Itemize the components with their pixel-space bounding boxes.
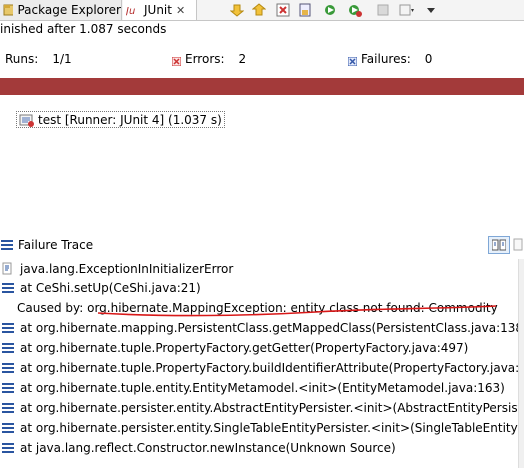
failure-counter-icon	[347, 55, 358, 66]
trace-line-text: at org.hibernate.persister.entity.Single…	[20, 420, 518, 435]
run-status-text: inished after 1.087 seconds	[0, 22, 167, 36]
errors-label: Errors:	[185, 52, 225, 66]
trace-line[interactable]: at org.hibernate.persister.entity.Abstra…	[0, 398, 518, 417]
compare-icon	[492, 239, 506, 251]
stack-frame-icon	[2, 382, 14, 393]
stack-frame-icon	[2, 282, 14, 293]
error-counter-icon	[171, 55, 182, 66]
trace-line[interactable]: at org.hibernate.tuple.entity.EntityMeta…	[0, 378, 505, 397]
filter-stack-icon[interactable]	[512, 236, 524, 254]
rerun-icon[interactable]	[322, 1, 340, 19]
junit-icon: Ju	[126, 6, 135, 17]
errors-counter: Errors: 2	[171, 52, 247, 66]
trace-line-text: Caused by: org.hibernate.MappingExceptio…	[17, 300, 498, 315]
failure-trace-title: Failure Trace	[18, 238, 94, 252]
test-progress-bar	[0, 78, 524, 95]
trace-line[interactable]: Caused by: org.hibernate.MappingExceptio…	[0, 298, 498, 317]
trace-line-text: at org.hibernate.persister.entity.Abstra…	[20, 400, 518, 415]
trace-line[interactable]: at org.hibernate.persister.entity.Single…	[0, 418, 518, 437]
test-suite-error-icon	[19, 114, 34, 127]
compare-result-button[interactable]	[488, 236, 510, 254]
trace-line[interactable]: java.lang.ExceptionInInitializerError	[0, 259, 233, 278]
rerun-failed-first-icon[interactable]	[346, 1, 364, 19]
failures-label: Failures:	[361, 52, 411, 66]
scroll-lock-icon[interactable]	[296, 1, 314, 19]
test-counters: Runs: 1/1 Errors: 2 Failures: 0	[0, 52, 524, 68]
tab-package-explorer[interactable]: Package Explorer	[0, 0, 122, 20]
next-failure-icon[interactable]	[228, 1, 246, 19]
stack-frame-icon	[2, 442, 14, 453]
trace-line[interactable]: at org.hibernate.tuple.PropertyFactory.b…	[0, 358, 518, 377]
error-icon	[2, 262, 12, 274]
stack-frame-icon	[2, 402, 14, 413]
trace-line[interactable]: at org.hibernate.tuple.PropertyFactory.g…	[0, 338, 468, 357]
trace-line-text: at org.hibernate.tuple.entity.EntityMeta…	[20, 380, 505, 395]
history-icon[interactable]	[398, 1, 416, 19]
svg-text:Ju: Ju	[126, 6, 135, 17]
trace-line-text: at java.lang.reflect.Constructor.newInst…	[20, 440, 396, 455]
tab-junit[interactable]: Ju JUnit ✕	[123, 0, 197, 20]
previous-failure-icon[interactable]	[250, 1, 268, 19]
trace-line-text: at org.hibernate.tuple.PropertyFactory.g…	[20, 340, 469, 355]
trace-line-text: at org.hibernate.tuple.PropertyFactory.b…	[20, 360, 518, 375]
tab-label: JUnit	[144, 3, 172, 17]
stack-frame-icon	[2, 362, 14, 373]
trace-line-text: at CeShi.setUp(CeShi.java:21)	[20, 280, 201, 295]
runs-label: Runs:	[5, 52, 39, 66]
failures-counter: Failures: 0	[347, 52, 433, 66]
test-tree-label: test [Runner: JUnit 4] (1.037 s)	[38, 112, 222, 127]
stack-trace-icon	[1, 240, 13, 250]
trace-line[interactable]: at org.hibernate.mapping.PersistentClass…	[0, 318, 518, 337]
tab-label: Package Explorer	[17, 3, 121, 17]
failures-value: 0	[424, 52, 433, 66]
stack-frame-icon	[2, 422, 14, 433]
test-tree-item[interactable]: test [Runner: JUnit 4] (1.037 s)	[16, 111, 225, 128]
package-explorer-icon	[3, 4, 14, 16]
stack-frame-icon	[2, 322, 14, 333]
stack-frame-icon	[2, 342, 14, 353]
failure-trace-list: java.lang.ExceptionInInitializerError at …	[0, 259, 518, 468]
trace-line-text: at org.hibernate.mapping.PersistentClass…	[20, 320, 518, 335]
errors-value: 2	[238, 52, 247, 66]
runs-value: 1/1	[52, 52, 72, 66]
stop-icon[interactable]	[374, 1, 392, 19]
trace-line[interactable]: at java.lang.reflect.Constructor.newInst…	[0, 438, 396, 457]
trace-line-text: java.lang.ExceptionInInitializerError	[20, 261, 234, 276]
vertical-scrollbar[interactable]	[518, 259, 524, 468]
failures-only-icon[interactable]	[274, 1, 292, 19]
close-icon[interactable]: ✕	[176, 4, 185, 17]
failure-trace-header: Failure Trace	[0, 236, 524, 254]
runs-counter: Runs: 1/1	[5, 52, 72, 66]
trace-line[interactable]: at CeShi.setUp(CeShi.java:21)	[0, 278, 201, 297]
view-tab-bar: Package Explorer Ju JUnit ✕	[0, 0, 524, 21]
view-menu-icon[interactable]	[422, 1, 440, 19]
